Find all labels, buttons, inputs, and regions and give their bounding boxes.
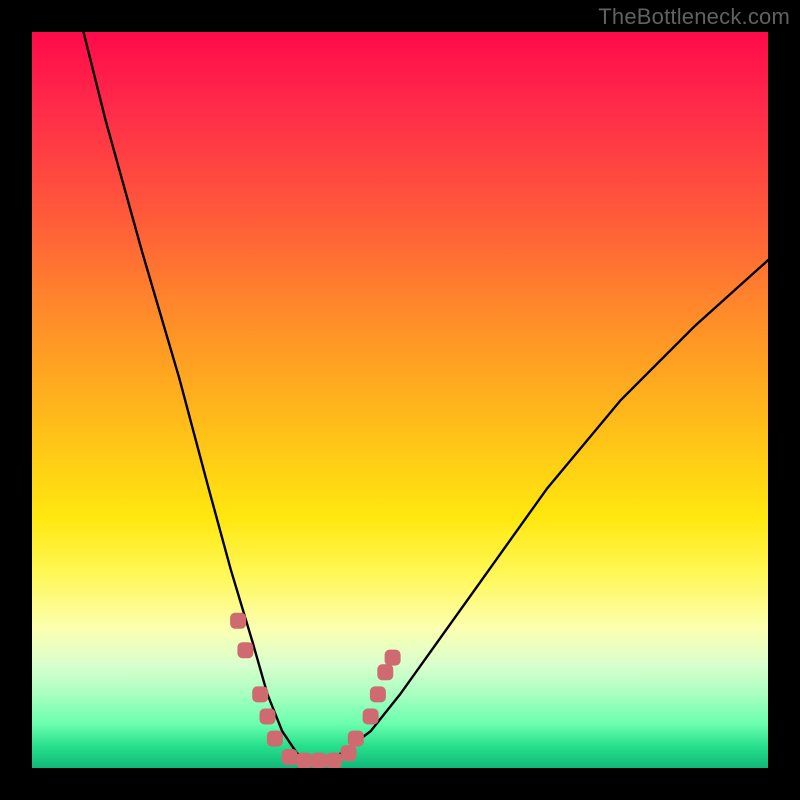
- marker-group: [230, 613, 401, 768]
- curve-marker: [282, 749, 298, 765]
- curve-marker: [260, 709, 276, 725]
- curve-marker: [370, 686, 386, 702]
- curve-marker: [341, 745, 357, 761]
- curve-marker: [252, 686, 268, 702]
- watermark-text: TheBottleneck.com: [598, 4, 790, 30]
- chart-frame: TheBottleneck.com: [0, 0, 800, 800]
- plot-area: [32, 32, 768, 768]
- curve-marker: [296, 753, 312, 768]
- curve-marker: [267, 731, 283, 747]
- curve-marker: [311, 753, 327, 768]
- curve-marker: [363, 709, 379, 725]
- curve-layer: [32, 32, 768, 768]
- bottleneck-curve-path: [84, 32, 769, 761]
- curve-marker: [385, 650, 401, 666]
- curve-marker: [237, 642, 253, 658]
- curve-marker: [326, 753, 342, 768]
- curve-marker: [348, 731, 364, 747]
- curve-marker: [230, 613, 246, 629]
- curve-marker: [377, 664, 393, 680]
